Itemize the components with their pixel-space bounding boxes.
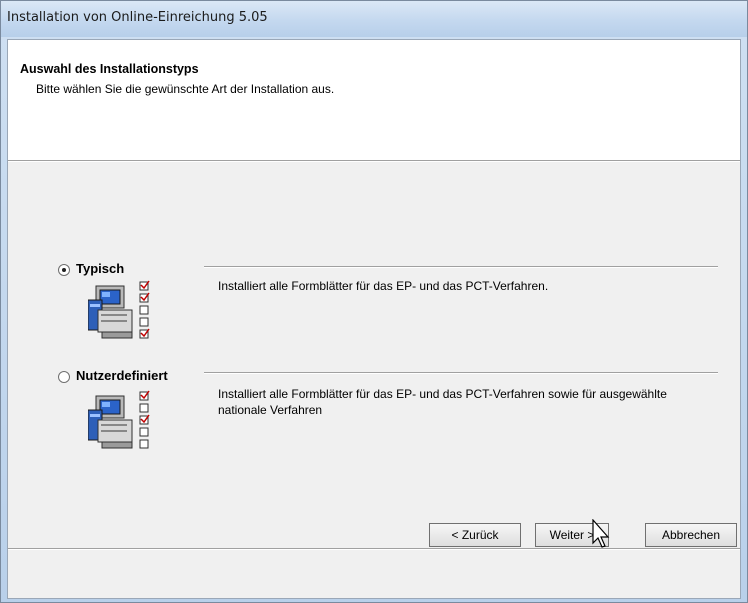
mouse-pointer-icon [592, 519, 610, 548]
option-description-typical: Installiert alle Formblätter für das EP-… [218, 279, 549, 293]
typical-install-icon [88, 280, 150, 339]
header-separator [8, 160, 740, 162]
option-label-typical[interactable]: Typisch [76, 261, 124, 276]
installer-window: Installation von Online-Einreichung 5.05… [0, 0, 748, 603]
option-divider-typical [204, 266, 718, 268]
option-divider-custom [204, 372, 718, 374]
title-bar[interactable]: Installation von Online-Einreichung 5.05 [1, 1, 747, 37]
option-description-custom: Installiert alle Formblätter für das EP-… [218, 387, 667, 417]
cancel-button[interactable]: Abbrechen [645, 523, 737, 547]
custom-install-icon [88, 390, 150, 449]
back-button[interactable]: < Zurück [429, 523, 521, 547]
footer-separator [8, 548, 740, 550]
header-band: Auswahl des Installationstyps Bitte wähl… [8, 40, 740, 160]
radio-custom[interactable] [58, 371, 70, 383]
radio-typical[interactable] [58, 264, 70, 276]
option-label-custom[interactable]: Nutzerdefiniert [76, 368, 168, 383]
window-title: Installation von Online-Einreichung 5.05 [7, 10, 268, 25]
page-title: Auswahl des Installationstyps [20, 62, 199, 76]
page-subtitle: Bitte wählen Sie die gewünschte Art der … [36, 82, 335, 96]
dialog-body: Auswahl des Installationstyps Bitte wähl… [7, 39, 741, 599]
